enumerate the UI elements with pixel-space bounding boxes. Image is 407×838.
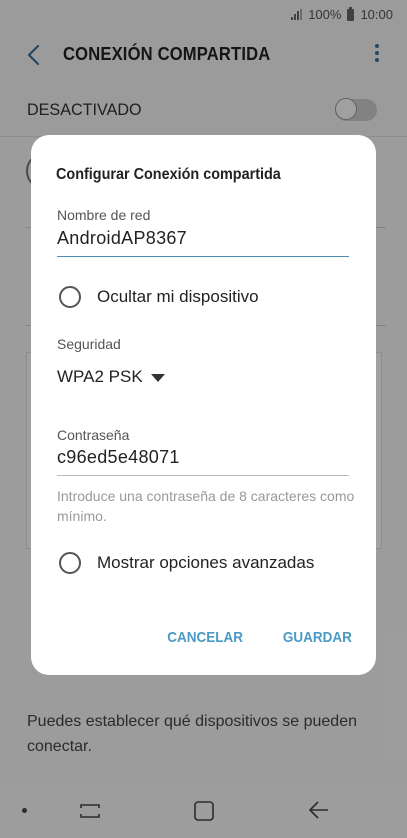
security-value: WPA2 PSK <box>57 367 143 386</box>
hide-device-option[interactable]: Ocultar mi dispositivo <box>59 284 259 310</box>
hide-device-radio[interactable] <box>59 286 81 308</box>
network-name-label: Nombre de red <box>57 207 151 223</box>
cancel-button[interactable]: CANCELAR <box>167 629 243 646</box>
dialog-title: Configurar Conexión compartida <box>56 166 281 183</box>
network-name-underline <box>57 256 349 257</box>
dropdown-arrow-icon <box>150 374 165 382</box>
password-helper-text: Introduce una contraseña de 8 caracteres… <box>57 488 355 524</box>
hotspot-config-dialog: Configurar Conexión compartida Nombre de… <box>31 135 376 675</box>
hide-device-label: Ocultar mi dispositivo <box>97 287 259 306</box>
advanced-options-radio[interactable] <box>59 552 81 574</box>
security-label: Seguridad <box>57 336 121 352</box>
security-dropdown[interactable]: WPA2 PSK <box>57 367 165 387</box>
network-name-input[interactable]: AndroidAP8367 <box>57 228 187 249</box>
advanced-options-option[interactable]: Mostrar opciones avanzadas <box>59 550 314 576</box>
advanced-options-label: Mostrar opciones avanzadas <box>97 553 315 572</box>
password-label: Contraseña <box>57 427 130 443</box>
password-underline <box>57 475 349 476</box>
save-button[interactable]: GUARDAR <box>283 629 352 646</box>
password-input[interactable]: c96ed5e48071 <box>57 447 180 468</box>
